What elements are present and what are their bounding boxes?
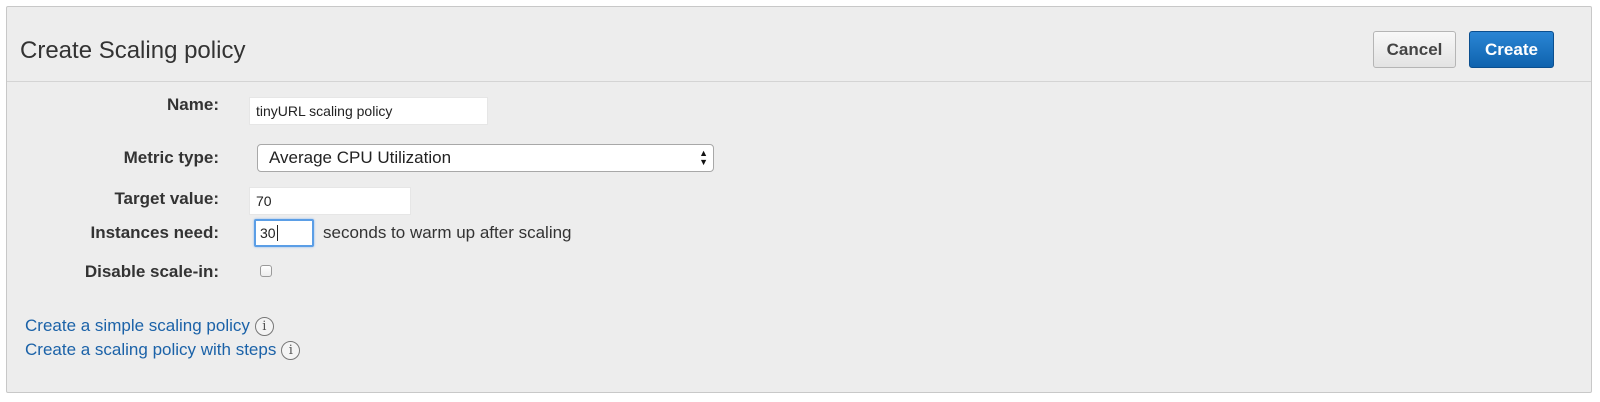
metric-type-selected: Average CPU Utilization [269,148,452,167]
text-caret [276,225,278,241]
warmup-suffix-text: seconds to warm up after scaling [323,223,572,242]
step-scaling-policy-link[interactable]: Create a scaling policy with steps [25,340,276,360]
info-icon[interactable]: i [254,316,274,336]
target-value-input[interactable]: 70 [249,187,411,215]
name-label: Name: [167,95,219,114]
name-input-value: tinyURL scaling policy [256,103,393,119]
disable-scale-in-label: Disable scale-in: [84,262,219,281]
metric-type-label: Metric type: [123,148,219,167]
create-scaling-policy-panel: Create Scaling policy Cancel Create Name… [6,6,1592,393]
page-title: Create Scaling policy [20,37,246,64]
disable-scale-in-checkbox[interactable] [260,265,272,277]
info-icon[interactable]: i [281,340,301,360]
create-button[interactable]: Create [1469,31,1554,68]
simple-scaling-link-row: Create a simple scaling policy i [25,316,274,336]
instances-need-label: Instances need: [90,223,220,242]
warmup-seconds-value: 30 [260,225,276,241]
step-scaling-link-row: Create a scaling policy with steps i [25,340,301,360]
target-value-label: Target value: [114,189,219,208]
cancel-button[interactable]: Cancel [1373,31,1456,68]
simple-scaling-policy-link[interactable]: Create a simple scaling policy [25,316,250,336]
name-input[interactable]: tinyURL scaling policy [249,97,488,125]
panel-header: Create Scaling policy Cancel Create [7,7,1591,82]
select-arrows-icon: ▲ ▼ [699,148,708,167]
metric-type-select[interactable]: Average CPU Utilization ▲ ▼ [257,144,714,172]
target-value-input-value: 70 [256,193,272,209]
warmup-seconds-input[interactable]: 30 [254,219,314,247]
